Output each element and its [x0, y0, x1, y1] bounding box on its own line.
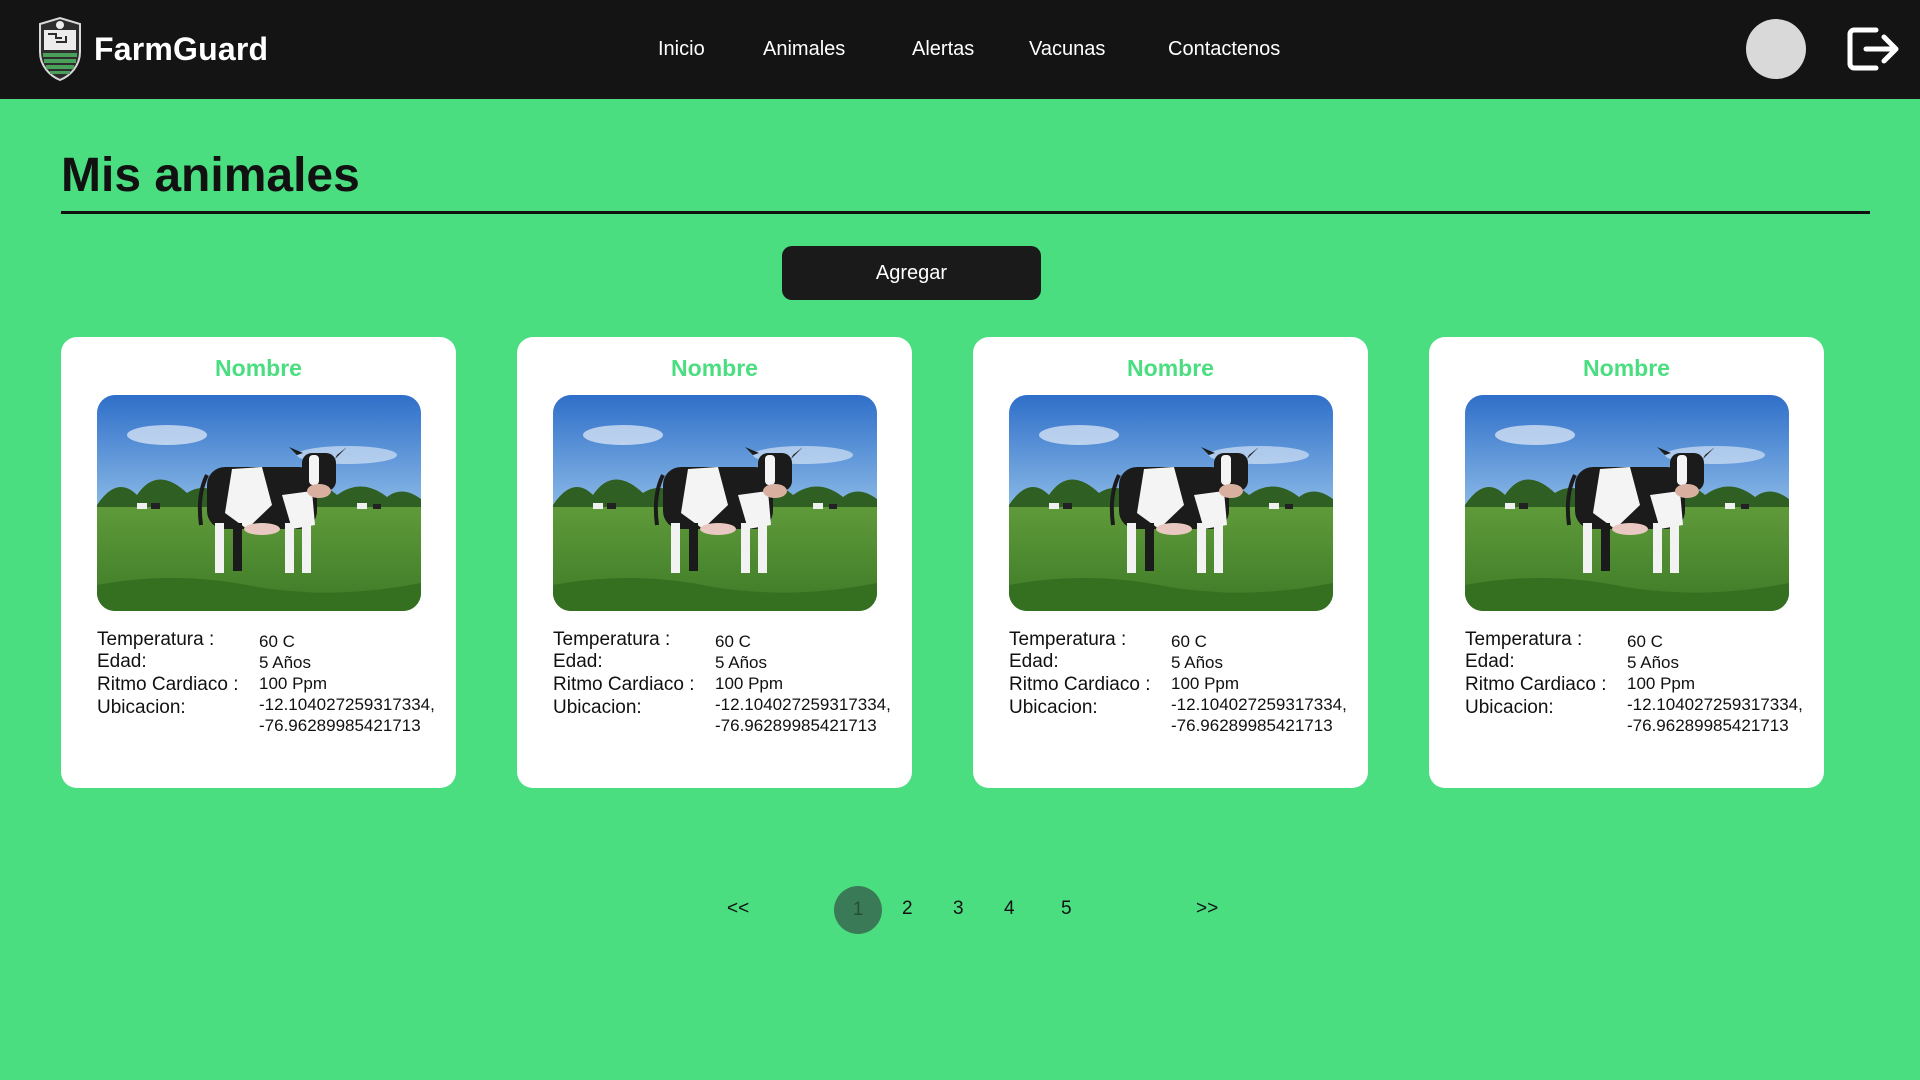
- location-label: Ubicacion:: [97, 697, 186, 718]
- location-longitude: -76.96289985421713: [259, 716, 421, 735]
- location-latitude: -12.104027259317334,: [715, 695, 891, 714]
- cow-photo: [97, 395, 421, 611]
- age-label: Edad:: [553, 651, 603, 672]
- temperature-label: Temperatura :: [1465, 629, 1583, 650]
- cow-photo: [553, 395, 877, 611]
- temperature-label: Temperatura :: [553, 629, 671, 650]
- pagination-next[interactable]: >>: [1196, 898, 1218, 920]
- title-divider: [61, 211, 1870, 214]
- nav-item-vacunas[interactable]: Vacunas: [1029, 38, 1105, 61]
- add-animal-button[interactable]: Agregar: [782, 246, 1041, 300]
- cow-photo: [1465, 395, 1789, 611]
- location-latitude: -12.104027259317334,: [1627, 695, 1803, 714]
- pagination-page-4[interactable]: 4: [1004, 898, 1015, 920]
- brand[interactable]: FarmGuard: [36, 16, 268, 82]
- temperature-value: 60 C: [1627, 632, 1663, 651]
- pagination-prev[interactable]: <<: [727, 898, 749, 920]
- brand-name: FarmGuard: [94, 30, 269, 67]
- heart-rate-label: Ritmo Cardiaco :: [553, 674, 695, 695]
- pagination-page-2[interactable]: 2: [902, 898, 913, 920]
- location-latitude: -12.104027259317334,: [259, 695, 435, 714]
- animal-name: Nombre: [215, 355, 302, 381]
- animal-card[interactable]: Nombre Temperatura: 60 C Edad: 5 Años R…: [973, 337, 1368, 788]
- age-label: Edad:: [1465, 651, 1515, 672]
- animal-name: Nombre: [1583, 355, 1670, 381]
- farm-shield-logo-icon: [39, 16, 81, 82]
- nav-item-inicio[interactable]: Inicio: [658, 38, 705, 61]
- nav-item-animales[interactable]: Animales: [763, 38, 845, 61]
- pagination-page-5[interactable]: 5: [1061, 898, 1072, 920]
- heart-rate-value: 100 Ppm: [1171, 674, 1240, 693]
- location-label: Ubicacion:: [1009, 697, 1098, 718]
- page-title: Mis animales: [61, 149, 360, 202]
- location-longitude: -76.96289985421713: [1627, 716, 1789, 735]
- age-value: 5 Años: [715, 653, 767, 672]
- user-avatar[interactable]: [1746, 19, 1806, 79]
- animal-card[interactable]: Nombre Temperatura: 60 C Edad: 5 Años R…: [61, 337, 456, 788]
- animal-card[interactable]: Nombre Temperatura: 60 C Edad: 5 Años R…: [517, 337, 912, 788]
- location-label: Ubicacion:: [553, 697, 642, 718]
- age-value: 5 Años: [1627, 653, 1679, 672]
- location-longitude: -76.96289985421713: [715, 716, 877, 735]
- temperature-value: 60 C: [259, 632, 295, 651]
- pagination-page-1[interactable]: 1: [834, 886, 882, 934]
- cow-photo: [1009, 395, 1333, 611]
- pagination-page-3[interactable]: 3: [953, 898, 964, 920]
- nav-item-alertas[interactable]: Alertas: [912, 38, 974, 61]
- nav-item-contactenos[interactable]: Contactenos: [1168, 38, 1280, 61]
- logout-icon[interactable]: [1846, 24, 1900, 74]
- location-latitude: -12.104027259317334,: [1171, 695, 1347, 714]
- heart-rate-value: 100 Ppm: [259, 674, 328, 693]
- age-value: 5 Años: [1171, 653, 1223, 672]
- location-longitude: -76.96289985421713: [1171, 716, 1333, 735]
- animal-name: Nombre: [1127, 355, 1214, 381]
- heart-rate-label: Ritmo Cardiaco :: [1465, 674, 1607, 695]
- heart-rate-value: 100 Ppm: [715, 674, 784, 693]
- age-label: Edad:: [1009, 651, 1059, 672]
- age-label: Edad:: [97, 651, 147, 672]
- heart-rate-label: Ritmo Cardiaco :: [97, 674, 239, 695]
- temperature-value: 60 C: [715, 632, 751, 651]
- temperature-label: Temperatura :: [1009, 629, 1127, 650]
- animal-card[interactable]: Nombre Temperatura: 60 C Edad: 5 Años R…: [1429, 337, 1824, 788]
- location-label: Ubicacion:: [1465, 697, 1554, 718]
- temperature-label: Temperatura :: [97, 629, 215, 650]
- navbar: FarmGuard Inicio Animales Alertas Vacuna…: [0, 0, 1920, 99]
- animal-name: Nombre: [671, 355, 758, 381]
- temperature-value: 60 C: [1171, 632, 1207, 651]
- heart-rate-label: Ritmo Cardiaco :: [1009, 674, 1151, 695]
- heart-rate-value: 100 Ppm: [1627, 674, 1696, 693]
- age-value: 5 Años: [259, 653, 311, 672]
